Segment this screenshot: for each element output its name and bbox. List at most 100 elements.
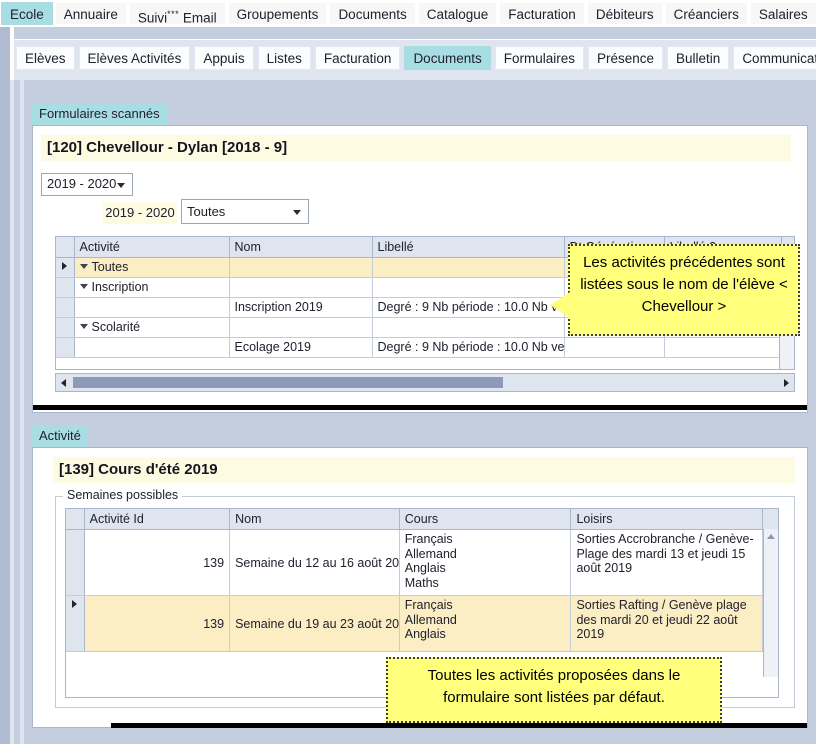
panel1-bottom-shadow xyxy=(33,405,807,410)
tree-expander-icon[interactable] xyxy=(79,284,88,290)
scroll-up-icon[interactable] xyxy=(767,534,775,539)
page-tab-activite[interactable]: Activité xyxy=(32,425,88,447)
workspace-gutter-outer xyxy=(0,80,10,744)
cell-activite: Scolarité xyxy=(74,317,230,338)
activity-filter-value: Toutes xyxy=(187,204,226,219)
row-selector[interactable] xyxy=(56,337,75,358)
row-selector[interactable] xyxy=(56,277,75,298)
sub-tab-bulletin[interactable]: Bulletin xyxy=(667,46,730,70)
tree-expander-icon[interactable] xyxy=(79,324,88,330)
weeks-grid-vscrollbar[interactable] xyxy=(763,529,778,677)
menu-item-facturation[interactable]: Facturation xyxy=(499,2,585,25)
left-gutter-dark xyxy=(0,27,10,80)
row-selector[interactable] xyxy=(56,317,75,338)
cell-nom: Inscription 2019 xyxy=(229,297,373,318)
sub-tab-facturation[interactable]: Facturation xyxy=(314,46,401,70)
scroll-right-icon[interactable] xyxy=(784,378,789,387)
page-tab-formulaires-scannes[interactable]: Formulaires scannés xyxy=(32,103,167,125)
cell-activite xyxy=(74,297,230,318)
menu-item-documents[interactable]: Documents xyxy=(329,2,416,25)
scroll-left-icon[interactable] xyxy=(61,378,66,387)
menu-item-email-label: Email xyxy=(182,10,217,26)
callout-previous-activities: Les activités précédentes sont listées s… xyxy=(550,244,800,336)
cell-activite-id: 139 xyxy=(84,529,231,596)
row-selector[interactable] xyxy=(56,257,75,278)
forms-grid-col-nom[interactable]: Nom xyxy=(229,237,373,258)
forms-grid-col-activite[interactable]: Activité xyxy=(74,237,230,258)
forms-grid-col-libelle[interactable]: Libellé xyxy=(372,237,565,258)
sub-tab-documents[interactable]: Documents xyxy=(404,46,491,70)
year-select-value: 2019 - 2020 xyxy=(47,176,117,191)
cell-activite: Toutes xyxy=(74,257,230,278)
cell-activite: Inscription xyxy=(74,277,230,298)
sub-tab-strip: Elèves Elèves Activités Appuis Listes Factur… xyxy=(0,27,816,81)
hscroll-thumb[interactable] xyxy=(73,377,503,388)
table-row[interactable]: 139 Semaine du 12 au 16 août 20... Franç… xyxy=(66,529,778,596)
menu-item-ecole[interactable]: Ecole xyxy=(1,2,53,25)
table-row[interactable]: 139 Semaine du 19 au 23 août 20... Franç… xyxy=(66,595,778,652)
sub-tab-eleves[interactable]: Elèves xyxy=(16,46,75,70)
panel1-title-banner: [120] Chevellour - Dylan [2018 - 9] xyxy=(41,135,791,161)
row-selector[interactable] xyxy=(66,529,85,596)
main-menu-bar: Ecole Annuaire Suivi*** Email Groupements Do… xyxy=(0,0,816,27)
weeks-grid-header-row: Activité Id Nom Cours Loisirs xyxy=(66,509,778,530)
menu-item-suivi-email[interactable]: Suivi*** Email xyxy=(128,2,226,26)
menu-item-debiteurs[interactable]: Débiteurs xyxy=(586,2,663,25)
cell-activite xyxy=(74,337,230,358)
panel-container: Formulaires scannés [120] Chevellour - D… xyxy=(24,80,816,744)
cell-libelle xyxy=(372,317,565,338)
cell-nom xyxy=(229,317,373,338)
tree-expander-icon[interactable] xyxy=(79,264,88,270)
sub-tab-formulaires[interactable]: Formulaires xyxy=(494,46,584,70)
cell-libelle xyxy=(372,277,565,298)
weeks-grid-col-activite-id[interactable]: Activité Id xyxy=(84,509,231,530)
panel2-title-banner: [139] Cours d'été 2019 xyxy=(53,457,795,483)
cell-nom xyxy=(229,277,373,298)
sub-tab-eleves-activites[interactable]: Elèves Activités xyxy=(78,46,191,70)
menu-item-annuaire[interactable]: Annuaire xyxy=(54,2,127,25)
cell-libelle: Degré : 9 Nb période : 10.0 Nb ver... xyxy=(372,297,565,318)
sub-tab-presence[interactable]: Présence xyxy=(587,46,664,70)
cell-cours: Français Allemand Anglais Maths xyxy=(399,529,572,596)
chevron-down-icon xyxy=(117,182,125,188)
chevron-down-icon xyxy=(293,209,301,215)
menu-item-suivi-asterisks: *** xyxy=(167,9,180,19)
cell-nom: Semaine du 12 au 16 août 20... xyxy=(229,529,400,596)
activity-filter-select[interactable]: Toutes xyxy=(181,199,309,224)
weeks-grid-col-cours[interactable]: Cours xyxy=(399,509,572,530)
callout-previous-activities-text: Les activités précédentes sont listées s… xyxy=(580,254,788,315)
year-select[interactable]: 2019 - 2020 xyxy=(41,173,133,196)
workspace: Formulaires scannés [120] Chevellour - D… xyxy=(0,80,816,744)
cell-dt-generation xyxy=(564,337,665,358)
weeks-grid-col-nom[interactable]: Nom xyxy=(229,509,400,530)
weeks-grid-col-loisirs[interactable]: Loisirs xyxy=(570,509,764,530)
row-selector[interactable] xyxy=(56,297,75,318)
callout-tail xyxy=(550,292,570,318)
table-row[interactable]: Ecolage 2019 Degré : 9 Nb période : 10.0… xyxy=(56,337,794,358)
cell-cours: Français Allemand Anglais xyxy=(399,595,572,652)
menu-item-catalogue[interactable]: Catalogue xyxy=(417,2,498,25)
weeks-grid-table: Activité Id Nom Cours Loisirs 139 Semain… xyxy=(66,509,778,652)
cell-activite-text: Scolarité xyxy=(91,320,141,334)
forms-grid-hscrollbar[interactable] xyxy=(55,373,795,392)
semaines-possibles-label: Semaines possibles xyxy=(63,488,183,502)
cell-nom xyxy=(229,257,373,278)
row-caret-icon xyxy=(62,261,68,270)
cell-loisirs: Sorties Rafting / Genève plage des mardi… xyxy=(570,595,764,652)
sub-tab-communication[interactable]: Communication xyxy=(733,46,816,70)
panel2-bottom-shadow xyxy=(111,723,807,728)
cell-activite-text: Inscription xyxy=(91,280,149,294)
sub-tab-list: Elèves Elèves Activités Appuis Listes Factur… xyxy=(14,39,816,81)
sub-tab-appuis[interactable]: Appuis xyxy=(194,46,254,70)
year-chip: 2019 - 2020 xyxy=(103,202,177,224)
sub-tab-listes[interactable]: Listes xyxy=(257,46,311,70)
cell-libelle xyxy=(372,257,565,278)
callout-all-activities-text: Toutes les activités proposées dans le f… xyxy=(427,667,681,706)
menu-item-creanciers[interactable]: Créanciers xyxy=(664,2,748,25)
row-selector[interactable] xyxy=(66,595,85,652)
menu-item-salaires[interactable]: Salaires xyxy=(749,2,816,25)
cell-activite-text: Toutes xyxy=(91,260,129,274)
row-caret-icon xyxy=(72,599,78,608)
menu-item-groupements[interactable]: Groupements xyxy=(227,2,328,25)
weeks-grid-col-spacer xyxy=(762,509,778,530)
